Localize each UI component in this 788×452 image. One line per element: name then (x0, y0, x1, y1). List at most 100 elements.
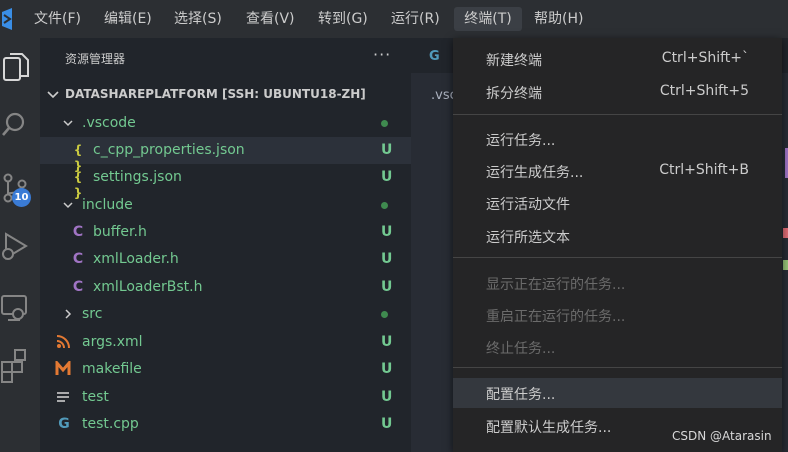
menu-item-label: 终止任务... (486, 341, 556, 357)
tree-item-buffer-h[interactable]: C buffer.h U (40, 219, 411, 246)
tree-item-label: args.xml (82, 334, 143, 350)
chevron-down-icon (63, 202, 73, 209)
tree-item-c-cpp-properties[interactable]: { } c_cpp_properties.json U (40, 137, 411, 173)
menu-item-label: 运行生成任务... (486, 165, 584, 181)
rss-xml-file-icon (56, 335, 70, 349)
menu-item-label: 配置任务... (486, 387, 556, 403)
menu-item-label: 显示正在运行的任务... (486, 277, 626, 293)
menu-item-run-selected-text[interactable]: 运行所选文本 (453, 221, 782, 251)
terminal-menu: 新建终端 Ctrl+Shift+` 拆分终端 Ctrl+Shift+5 运行任务… (453, 38, 782, 452)
tree-item-label: .vscode (82, 115, 136, 131)
c-header-file-icon: C (72, 279, 84, 295)
cpp-tab-icon: G (429, 49, 440, 64)
git-status-untracked: U (381, 279, 393, 295)
git-status-untracked: U (381, 361, 393, 377)
tree-item-label: test (82, 389, 109, 405)
watermark: CSDN @Atarasin (672, 429, 772, 443)
activity-bar: 10 (0, 38, 40, 452)
tree-item-label: xmlLoader.h (93, 251, 179, 267)
menu-item-label: 重启正在运行的任务... (486, 309, 626, 325)
workspace-root-label: DATASHAREPLATFORM [SSH: UBUNTU18-ZH] (65, 87, 366, 101)
chevron-down-icon (47, 91, 59, 99)
git-status-untracked: U (381, 416, 393, 432)
tree-item-label: xmlLoaderBst.h (93, 279, 203, 295)
run-debug-icon[interactable] (0, 228, 32, 264)
code-fragment-accent (783, 260, 788, 270)
extensions-icon[interactable] (0, 348, 32, 384)
tree-item-vscode-folder[interactable]: .vscode (40, 110, 411, 137)
menu-item-split-terminal[interactable]: 拆分终端 Ctrl+Shift+5 (453, 77, 782, 107)
search-icon[interactable] (0, 106, 32, 142)
source-control-badge: 10 (12, 188, 31, 207)
tree-item-label: include (82, 197, 133, 213)
workspace-root[interactable]: DATASHAREPLATFORM [SSH: UBUNTU18-ZH] (40, 84, 411, 106)
makefile-icon (55, 361, 71, 375)
chevron-down-icon (63, 120, 73, 127)
remote-explorer-icon[interactable] (0, 290, 32, 326)
code-fragment-accent (783, 228, 788, 238)
git-status-untracked: U (381, 251, 393, 267)
git-status-untracked: U (381, 389, 393, 405)
cpp-file-icon: G (58, 416, 70, 432)
tree-item-settings-json[interactable]: { } settings.json U (40, 164, 411, 200)
tree-item-makefile[interactable]: makefile U (40, 356, 411, 383)
menu-item-shortcut: Ctrl+Shift+B (659, 162, 749, 178)
explorer-icon[interactable] (0, 50, 32, 86)
c-header-file-icon: C (72, 224, 84, 240)
tree-item-args-xml[interactable]: args.xml U (40, 329, 411, 356)
tree-item-src-folder[interactable]: src (40, 301, 411, 328)
tree-item-label: src (82, 306, 103, 322)
untracked-dot (381, 202, 388, 209)
menu-separator (453, 367, 782, 368)
explorer-sidebar: 资源管理器 ··· DATASHAREPLATFORM [SSH: UBUNTU… (40, 38, 411, 452)
menu-item-label: 运行活动文件 (486, 197, 570, 213)
menu-item-run-build-task[interactable]: 运行生成任务... Ctrl+Shift+B (453, 156, 782, 186)
untracked-dot (381, 120, 388, 127)
tree-item-test-cpp[interactable]: G test.cpp U (40, 411, 411, 438)
menu-item-label: 拆分终端 (486, 86, 542, 102)
menu-item-label: 新建终端 (486, 53, 542, 69)
menu-item-configure-tasks[interactable]: 配置任务... (453, 378, 782, 408)
menu-item-run-active-file[interactable]: 运行活动文件 (453, 188, 782, 218)
tree-item-xmlloaderbst-h[interactable]: C xmlLoaderBst.h U (40, 274, 411, 301)
untracked-dot (381, 311, 388, 318)
explorer-title: 资源管理器 (65, 52, 126, 66)
menu-help[interactable]: 帮助(H) (534, 7, 583, 31)
tree-item-label: c_cpp_properties.json (93, 142, 245, 158)
menu-item-run-task[interactable]: 运行任务... (453, 124, 782, 154)
menu-item-label: 运行任务... (486, 133, 556, 149)
menu-item-new-terminal[interactable]: 新建终端 Ctrl+Shift+` (453, 44, 782, 74)
menu-run[interactable]: 运行(R) (391, 7, 440, 31)
menu-terminal[interactable]: 终端(T) (454, 7, 522, 31)
tree-item-label: buffer.h (93, 224, 147, 240)
more-actions-button[interactable]: ··· (373, 45, 391, 64)
menu-edit[interactable]: 编辑(E) (104, 7, 152, 31)
menu-separator (453, 257, 782, 258)
git-status-untracked: U (381, 142, 393, 158)
menu-item-label: 运行所选文本 (486, 230, 570, 246)
menu-selection[interactable]: 选择(S) (174, 7, 222, 31)
git-status-untracked: U (381, 224, 393, 240)
menu-file[interactable]: 文件(F) (34, 7, 81, 31)
tree-item-label: makefile (82, 361, 142, 377)
c-header-file-icon: C (72, 251, 84, 267)
tree-item-label: settings.json (93, 169, 182, 185)
chevron-right-icon (65, 309, 72, 319)
menu-separator (453, 114, 782, 115)
menu-item-terminate-task: 终止任务... (453, 332, 782, 362)
text-file-icon (57, 392, 69, 402)
menu-item-shortcut: Ctrl+Shift+5 (659, 83, 749, 99)
menu-item-shortcut: Ctrl+Shift+` (661, 50, 749, 66)
menu-view[interactable]: 查看(V) (246, 7, 295, 31)
menu-bar: 文件(F) 编辑(E) 选择(S) 查看(V) 转到(G) 运行(R) 终端(T… (0, 0, 788, 38)
menu-go[interactable]: 转到(G) (318, 7, 368, 31)
git-status-untracked: U (381, 334, 393, 350)
tree-item-label: test.cpp (82, 416, 139, 432)
vscode-logo-icon (2, 8, 12, 30)
menu-item-label: 配置默认生成任务... (486, 420, 612, 436)
tree-item-include-folder[interactable]: include (40, 192, 411, 219)
tree-item-xmlloader-h[interactable]: C xmlLoader.h U (40, 246, 411, 273)
menu-item-restart-running-task: 重启正在运行的任务... (453, 300, 782, 330)
menu-item-show-running-tasks: 显示正在运行的任务... (453, 268, 782, 298)
tree-item-test[interactable]: test U (40, 384, 411, 411)
